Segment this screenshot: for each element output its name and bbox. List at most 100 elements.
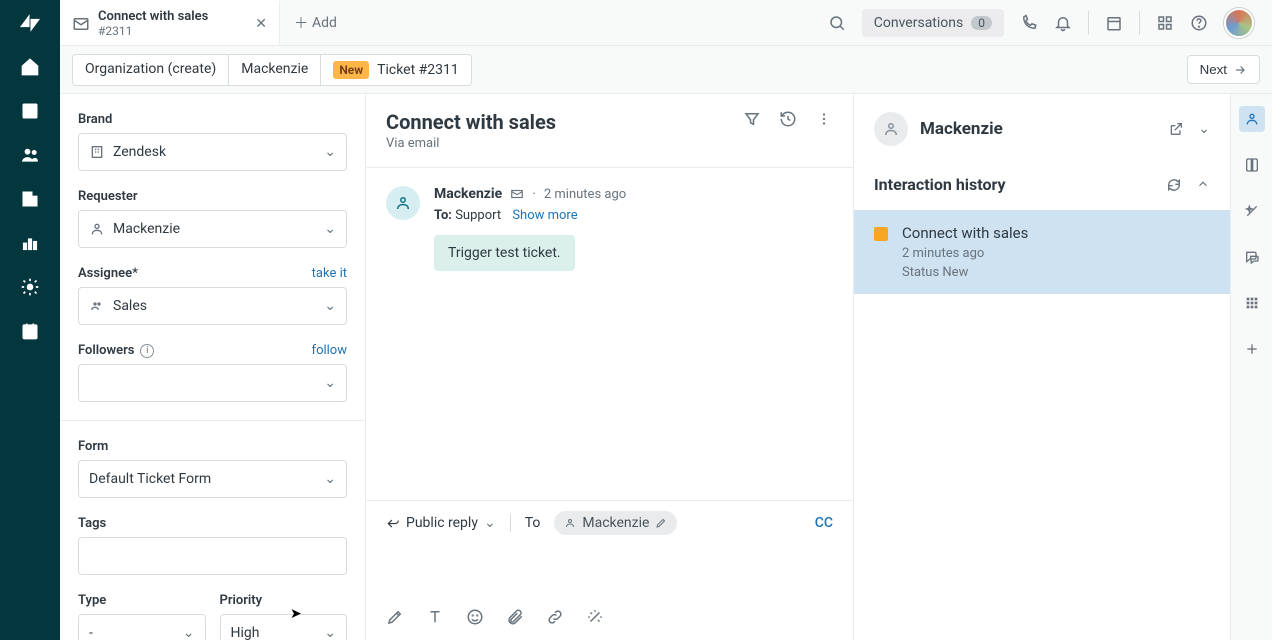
mail-small-icon (510, 187, 524, 201)
type-select[interactable]: - ⌄ (78, 614, 206, 640)
user-panel-icon[interactable] (1239, 106, 1265, 132)
divider (1139, 11, 1140, 35)
conversations-button[interactable]: Conversations 0 (862, 9, 1004, 37)
home-icon[interactable] (19, 56, 41, 78)
reply-type-select[interactable]: Public reply ⌄ (386, 515, 496, 531)
plus-icon: ＋ (294, 13, 308, 33)
ticket-title: Connect with sales (386, 110, 556, 134)
text-format-icon[interactable] (426, 608, 444, 626)
user-avatar[interactable] (1224, 8, 1254, 38)
avatar (386, 186, 420, 220)
divider (1088, 11, 1089, 35)
brand-select[interactable]: Zendesk ⌄ (78, 133, 347, 171)
apps-icon[interactable] (1239, 290, 1265, 316)
admin-icon[interactable] (19, 276, 41, 298)
reply-textarea[interactable] (366, 545, 853, 599)
requester-select[interactable]: Mackenzie ⌄ (78, 210, 347, 248)
breadcrumb-user[interactable]: Mackenzie (229, 54, 321, 86)
form-select[interactable]: Default Ticket Form ⌄ (78, 460, 347, 498)
add-app-icon[interactable] (1239, 336, 1265, 362)
building-icon (89, 144, 105, 160)
ticket-tab[interactable]: Connect with sales #2311 ✕ (60, 0, 280, 45)
tab-bar: Connect with sales #2311 ✕ ＋ Add Convers… (60, 0, 1272, 46)
followers-label: Followers (78, 343, 134, 358)
context-panel: Mackenzie ⌄ Interaction history Connect … (854, 94, 1230, 640)
conversations-count: 0 (971, 16, 992, 30)
history-icon[interactable] (779, 110, 797, 128)
compose-icon[interactable] (386, 608, 404, 626)
open-external-icon[interactable] (1168, 121, 1184, 137)
refresh-icon[interactable] (1166, 177, 1182, 193)
organizations-icon[interactable] (19, 188, 41, 210)
calendar-top-icon[interactable] (1105, 14, 1123, 32)
reporting-icon[interactable] (19, 232, 41, 254)
views-icon[interactable] (19, 100, 41, 122)
search-icon[interactable] (828, 14, 846, 32)
conversations-label: Conversations (874, 15, 963, 31)
info-icon[interactable]: i (140, 344, 154, 358)
breadcrumb-ticket[interactable]: New Ticket #2311 (321, 54, 471, 86)
knowledge-icon[interactable] (1239, 152, 1265, 178)
tags-input[interactable] (78, 537, 347, 575)
priority-select[interactable]: High ⌄ (220, 614, 348, 640)
filter-icon[interactable] (743, 110, 761, 128)
show-more-link[interactable]: Show more (512, 208, 577, 223)
history-item-time: 2 minutes ago (902, 246, 1028, 261)
take-it-link[interactable]: take it (312, 266, 347, 281)
sparkle-icon[interactable] (1239, 198, 1265, 224)
customers-icon[interactable] (19, 144, 41, 166)
reply-to-label: To (525, 515, 541, 531)
chevron-down-icon: ⌄ (324, 221, 336, 237)
magic-icon[interactable] (586, 608, 604, 626)
requester-label: Requester (78, 189, 347, 204)
help-icon[interactable] (1190, 14, 1208, 32)
chevron-up-icon[interactable] (1196, 177, 1210, 193)
close-tab-icon[interactable]: ✕ (255, 16, 267, 32)
breadcrumb-ticket-label: Ticket #2311 (377, 62, 459, 78)
chevron-down-icon: ⌄ (324, 471, 336, 487)
history-item[interactable]: Connect with sales 2 minutes ago Status … (854, 210, 1230, 294)
phone-icon[interactable] (1020, 14, 1038, 32)
message-body: Trigger test ticket. (434, 235, 575, 271)
link-icon[interactable] (546, 608, 564, 626)
assignee-select[interactable]: Sales ⌄ (78, 287, 347, 325)
message-author: Mackenzie (434, 186, 502, 202)
next-button[interactable]: Next (1187, 55, 1260, 84)
priority-label: Priority (220, 593, 348, 608)
breadcrumb-bar: Organization (create) Mackenzie New Tick… (60, 46, 1272, 94)
tab-title: Connect with sales (98, 9, 247, 25)
reply-type-label: Public reply (406, 515, 478, 531)
tags-label: Tags (78, 516, 347, 531)
form-label: Form (78, 439, 347, 454)
message: Mackenzie · 2 minutes ago To: Support Sh… (366, 168, 853, 289)
avatar (874, 112, 908, 146)
type-value: - (89, 625, 175, 640)
followers-input[interactable]: ⌄ (78, 364, 347, 402)
apps-grid-icon[interactable] (1156, 14, 1174, 32)
breadcrumb-org[interactable]: Organization (create) (72, 54, 229, 86)
chevron-down-icon: ⌄ (324, 298, 336, 314)
follow-link[interactable]: follow (312, 343, 347, 358)
editor-toolbar (366, 599, 853, 640)
brand-value: Zendesk (113, 144, 316, 160)
requester-value: Mackenzie (113, 221, 316, 237)
edit-icon (655, 517, 667, 529)
chevron-down-icon[interactable]: ⌄ (1198, 121, 1210, 137)
emoji-icon[interactable] (466, 608, 484, 626)
more-icon[interactable] (815, 110, 833, 128)
cc-button[interactable]: CC (815, 515, 833, 531)
calendar-icon[interactable] (19, 320, 41, 342)
add-tab-button[interactable]: ＋ Add (280, 0, 351, 45)
history-item-status-value: New (942, 265, 968, 280)
chevron-down-icon: ⌄ (324, 375, 336, 391)
chat-icon[interactable] (1239, 244, 1265, 270)
message-to-label: To: (434, 208, 452, 223)
bell-icon[interactable] (1054, 14, 1072, 32)
recipient-chip[interactable]: Mackenzie (554, 511, 677, 535)
interaction-history-title: Interaction history (874, 175, 1006, 194)
ticket-form-panel: Brand Zendesk ⌄ Requester Mackenzie ⌄ As… (60, 94, 366, 640)
history-item-title: Connect with sales (902, 224, 1028, 242)
chevron-down-icon: ⌄ (324, 144, 336, 160)
zendesk-logo-icon[interactable] (19, 12, 41, 34)
attachment-icon[interactable] (506, 608, 524, 626)
